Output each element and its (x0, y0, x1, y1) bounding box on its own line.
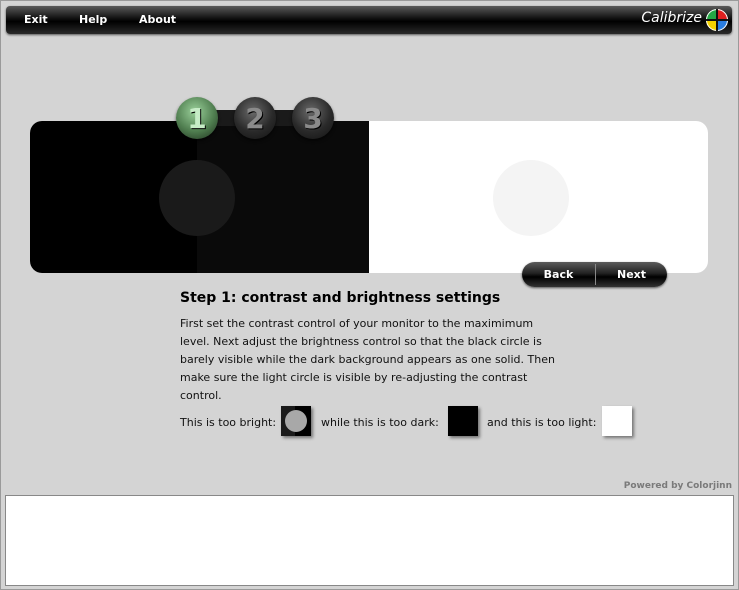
black-circle (159, 160, 235, 236)
powered-by-label: Powered by Colorjinn (623, 481, 732, 491)
menu-help[interactable]: Help (79, 13, 107, 26)
too-light-label: and this is too light: (487, 416, 597, 429)
step-1-button[interactable]: 1 (176, 97, 218, 139)
too-dark-swatch (448, 406, 478, 436)
brand-name: Calibrize (641, 10, 702, 26)
too-bright-swatch (281, 406, 311, 436)
step-3-button[interactable]: 3 (292, 97, 334, 139)
light-circle (493, 160, 569, 236)
menu-about[interactable]: About (139, 13, 176, 26)
calibrize-color-wheel-icon (706, 9, 728, 31)
back-button[interactable]: Back (522, 262, 595, 287)
too-light-swatch (602, 406, 632, 436)
step-number: 1 (187, 101, 207, 135)
too-dark-label: while this is too dark: (321, 416, 439, 429)
menu-exit[interactable]: Exit (24, 13, 48, 26)
too-bright-label: This is too bright: (180, 416, 277, 429)
step-number: 3 (303, 101, 323, 135)
step-instructions: First set the contrast control of your m… (180, 317, 555, 402)
step-2-button[interactable]: 2 (234, 97, 276, 139)
step-number: 2 (245, 101, 265, 135)
calibration-test-panel (30, 121, 708, 273)
status-box (5, 495, 734, 586)
menu-bar: Exit Help About Calibrize (6, 6, 732, 34)
step-title: Step 1: contrast and brightness settings (180, 290, 501, 306)
nav-buttons: Back Next (522, 262, 667, 287)
next-button[interactable]: Next (596, 262, 667, 287)
